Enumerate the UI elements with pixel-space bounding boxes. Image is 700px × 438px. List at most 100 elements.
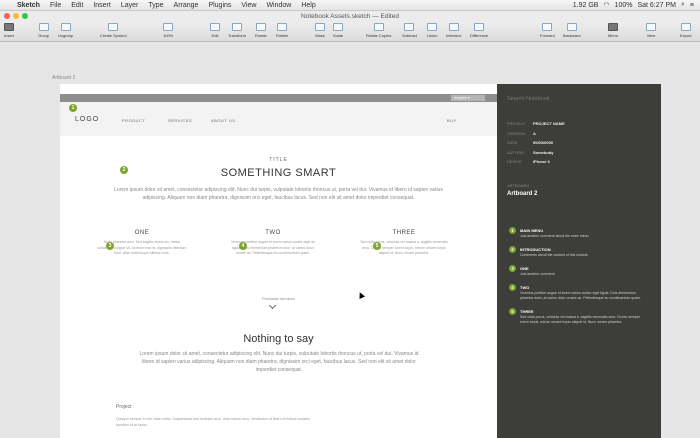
menu-help[interactable]: Help [296, 2, 320, 9]
rotate-button[interactable]: Rotate [255, 23, 267, 38]
intersect-icon [448, 23, 459, 31]
annotation-marker-4[interactable]: 4 [239, 242, 247, 250]
annotation-marker-1[interactable]: 1 [69, 104, 77, 112]
column-three: THREE Sed nulla purus, vehicula vel mass… [358, 230, 450, 257]
nav-services[interactable]: SERVICES [168, 118, 192, 123]
ungroup-icon [60, 23, 71, 31]
language-select[interactable]: english ▾ [451, 95, 485, 101]
mirror-icon [608, 23, 619, 31]
meta-row: DATE 00/00/0000 [507, 140, 554, 145]
view-icon [646, 23, 656, 31]
notification-icon[interactable]: ≡ [690, 2, 694, 9]
create-symbol-button[interactable]: Create Symbol [100, 23, 126, 38]
mirror-button[interactable]: Mirror [608, 23, 618, 38]
menu-edit[interactable]: Edit [66, 2, 88, 9]
nav-about-us[interactable]: ABOUT US [211, 118, 235, 123]
difference-button[interactable]: Difference [470, 23, 488, 38]
rotate-copies-button[interactable]: Rotate Copies [366, 23, 391, 38]
ungroup-button[interactable]: Ungroup [58, 23, 73, 38]
group-icon [38, 23, 49, 31]
mask-button[interactable]: Mask [315, 23, 325, 38]
menu-insert[interactable]: Insert [88, 2, 116, 9]
minimize-window-button[interactable] [13, 13, 19, 19]
note-item[interactable]: 2 INTRODUCTION Comments about the conten… [509, 246, 649, 258]
export-icon [680, 23, 691, 31]
artboard-label[interactable]: Artboard 2 [52, 75, 75, 81]
edit-button[interactable]: Edit [210, 23, 220, 38]
artboard[interactable]: english ▾ LOGO PRODUCT SERVICES ABOUT US… [60, 84, 497, 438]
menu-view[interactable]: View [236, 2, 261, 9]
subtract-button[interactable]: Subtract [402, 23, 417, 38]
rotate-icon [255, 23, 266, 31]
view-button[interactable]: View [646, 23, 656, 38]
menu-layer[interactable]: Layer [116, 2, 144, 9]
note-title: ONE [520, 266, 529, 271]
chevron-down-icon[interactable] [268, 301, 277, 310]
section-text: Lorem ipsum dolor sit amet, consectetur … [139, 351, 419, 373]
note-item[interactable]: 4 TWO Vivamus porttitor augue et lorem v… [509, 284, 649, 301]
note-description: Just another comment. [520, 272, 556, 276]
annotation-marker-3[interactable]: 3 [106, 242, 114, 250]
note-item[interactable]: 1 MAIN MENU Just another comment about t… [509, 227, 649, 239]
group-button[interactable]: Group [38, 23, 49, 38]
note-description: Sed nulla purus, vehicula vel massa a, s… [520, 315, 641, 324]
menu-file[interactable]: File [45, 2, 66, 9]
subtract-icon [404, 23, 415, 31]
menu-plugins[interactable]: Plugins [203, 2, 236, 9]
transform-button[interactable]: Transform [228, 23, 246, 38]
union-button[interactable]: Union [427, 23, 437, 38]
meta-row: PROJECT PROJECT NAME [507, 121, 565, 126]
close-window-button[interactable] [4, 13, 10, 19]
forward-button[interactable]: Forward [540, 23, 555, 38]
nav-product[interactable]: PRODUCT [122, 118, 145, 123]
edit-icon [210, 23, 220, 31]
flatten-button[interactable]: Flatten [276, 23, 288, 38]
notebook-search[interactable]: Search Notebook [507, 96, 550, 102]
note-item[interactable]: 5 THREE Sed nulla purus, vehicula vel ma… [509, 308, 649, 325]
wifi-icon[interactable]: ◠ [603, 1, 609, 9]
hero-text: Lorem ipsum dolor sit amet, consectetur … [114, 187, 443, 201]
mask-icon [315, 23, 325, 31]
battery-level[interactable]: 100% [615, 2, 633, 9]
logo[interactable]: LOGO [75, 116, 99, 123]
artboard-topbar: english ▾ [60, 94, 497, 102]
window-titlebar: Notebook Assets.sketch — Edited [0, 11, 700, 22]
more-link[interactable]: Products/ services [60, 296, 497, 301]
note-number: 4 [509, 284, 516, 291]
note-description: Vivamus porttitor augue et lorem varius … [520, 291, 642, 300]
note-description: Just another comment about the main menu… [520, 234, 590, 238]
note-item[interactable]: 3 ONE Just another comment. [509, 265, 649, 277]
menu-bar: Sketch File Edit Insert Layer Type Arran… [0, 0, 700, 11]
menu-type[interactable]: Type [143, 2, 168, 9]
scale-button[interactable]: Scale [333, 23, 343, 38]
backward-button[interactable]: Backward [563, 23, 581, 38]
site-navigation: LOGO PRODUCT SERVICES ABOUT US BUY [60, 102, 497, 136]
rotate-copies-icon [373, 23, 384, 31]
clock[interactable]: Sat 6:27 PM [637, 2, 676, 9]
note-description: Comments about the content of this modul… [520, 253, 589, 257]
zoom-window-button[interactable] [22, 13, 28, 19]
export-button[interactable]: Export [680, 23, 692, 38]
note-number: 5 [509, 308, 516, 315]
union-icon [427, 23, 438, 31]
metadata-list: PROJECT PROJECT NAME VERSION A DATE 00/00/0… [507, 121, 565, 169]
artboard-name: Artboard 2 [507, 191, 538, 197]
annotation-marker-5[interactable]: 5 [373, 242, 381, 250]
notebook-panel: Search Notebook PROJECT PROJECT NAME VERS… [497, 84, 661, 438]
zoom-control[interactable]: 100% [163, 23, 173, 38]
insert-button[interactable]: Insert [4, 23, 14, 38]
difference-icon [474, 23, 485, 31]
search-icon[interactable]: ⌕ [681, 1, 685, 9]
window-title: Notebook Assets.sketch — Edited [301, 13, 399, 20]
disk-space: 1.92 GB [572, 1, 599, 9]
flatten-icon [277, 23, 288, 31]
meta-row: AUTHOR Somebody [507, 149, 554, 155]
nav-buy[interactable]: BUY [447, 118, 457, 123]
intersect-button[interactable]: Intersect [446, 23, 461, 38]
menu-app[interactable]: Sketch [12, 2, 45, 9]
menu-arrange[interactable]: Arrange [169, 2, 204, 9]
transform-icon [232, 23, 243, 31]
column-title: THREE [392, 230, 416, 236]
menu-window[interactable]: Window [261, 2, 296, 9]
column-title: TWO [265, 230, 281, 236]
